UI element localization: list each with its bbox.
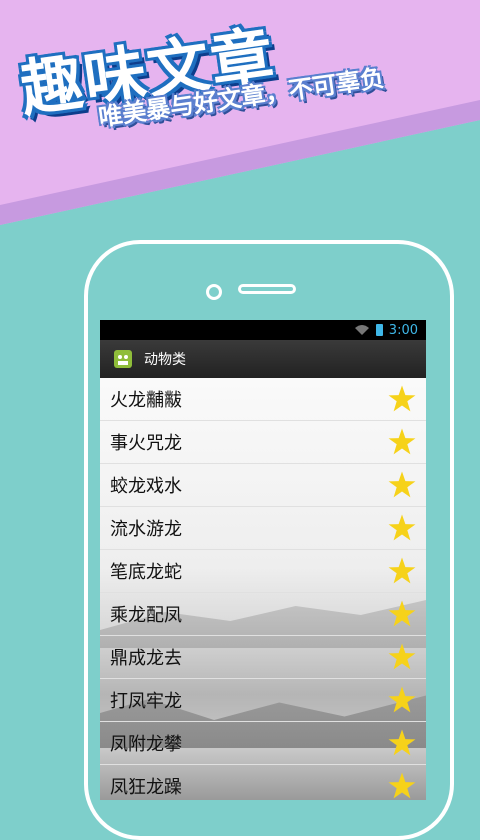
phone-camera (206, 284, 222, 300)
article-list[interactable]: 火龙黼黻 事火咒龙 蛟龙戏水 流水游龙 笔底龙蛇 乘龙配凤 鼎成龙去 打凤牢龙 (100, 378, 426, 800)
list-item[interactable]: 鼎成龙去 (100, 636, 426, 679)
star-icon[interactable] (388, 385, 416, 412)
list-item[interactable]: 凤附龙攀 (100, 722, 426, 765)
star-icon[interactable] (388, 428, 416, 455)
list-item[interactable]: 凤狂龙躁 (100, 765, 426, 800)
list-item[interactable]: 笔底龙蛇 (100, 550, 426, 593)
list-item[interactable]: 事火咒龙 (100, 421, 426, 464)
star-icon[interactable] (388, 514, 416, 541)
list-item-label: 火龙黼黻 (110, 390, 182, 411)
list-item-label: 鼎成龙去 (110, 648, 182, 669)
star-icon[interactable] (388, 772, 416, 799)
android-icon[interactable] (112, 348, 134, 370)
list-item-label: 笔底龙蛇 (110, 562, 182, 583)
star-icon[interactable] (388, 643, 416, 670)
list-item[interactable]: 打凤牢龙 (100, 679, 426, 722)
star-icon[interactable] (388, 471, 416, 498)
list-item[interactable]: 火龙黼黻 (100, 378, 426, 421)
list-item-label: 凤狂龙躁 (110, 777, 182, 798)
list-item-label: 蛟龙戏水 (110, 476, 182, 497)
app-bar: 动物类 (100, 340, 426, 378)
star-icon[interactable] (388, 600, 416, 627)
star-icon[interactable] (388, 686, 416, 713)
wifi-icon (354, 325, 369, 335)
star-icon[interactable] (388, 557, 416, 584)
status-bar: 3:00 (100, 320, 426, 340)
list-item[interactable]: 流水游龙 (100, 507, 426, 550)
list-item[interactable]: 蛟龙戏水 (100, 464, 426, 507)
app-title: 动物类 (144, 352, 186, 368)
list-item-label: 流水游龙 (110, 519, 182, 540)
list-item-label: 打凤牢龙 (110, 691, 182, 712)
list-item-label: 凤附龙攀 (110, 734, 182, 755)
phone-speaker (238, 284, 296, 294)
app-screen: 3:00 动物类 火龙黼黻 事火咒龙 蛟龙戏水 流水游龙 笔底龙蛇 乘龙配凤 鼎… (100, 320, 426, 800)
battery-icon (375, 324, 383, 336)
list-item-label: 乘龙配凤 (110, 605, 182, 626)
list-item[interactable]: 乘龙配凤 (100, 593, 426, 636)
list-item-label: 事火咒龙 (110, 433, 182, 454)
star-icon[interactable] (388, 729, 416, 756)
status-time: 3:00 (388, 322, 418, 338)
